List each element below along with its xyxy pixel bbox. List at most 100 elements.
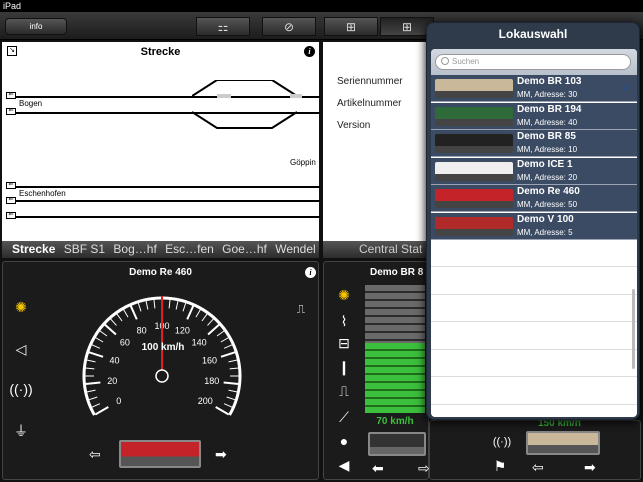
loco-thumbnail [435, 161, 513, 181]
tab-wendel[interactable]: Wendel [275, 242, 315, 256]
gauge-tick-label: 120 [175, 325, 190, 335]
coupling-icon[interactable]: ⎍ [289, 298, 313, 320]
gauge-tick-label: 160 [202, 356, 217, 366]
gauge-icon: ⊘ [283, 19, 295, 34]
loco-thumbnail [435, 134, 513, 153]
info-icon[interactable]: i [304, 46, 315, 57]
loco-address: MM, Adresse: 40 [517, 117, 578, 127]
loco-thumbnail [435, 79, 513, 98]
tab-eschenhofen[interactable]: Esc…fen [165, 242, 214, 256]
keyboard-panel-tab[interactable]: ⊞ [324, 17, 378, 36]
gauge-tick [129, 305, 138, 320]
gauge-tick [228, 389, 238, 393]
horn-icon[interactable]: ◁ [9, 338, 33, 360]
gauge-tick [86, 389, 96, 393]
version-label: Version [337, 120, 371, 131]
search-bar: Suchen [431, 49, 637, 75]
loco-name: Demo V 100 [517, 213, 574, 225]
gauge-tick [207, 318, 214, 326]
tab-bogen[interactable]: Bog…hf [113, 242, 156, 256]
track-layout-icon: ⚏ [217, 19, 229, 34]
shunting-icon[interactable]: ❙ [332, 356, 356, 378]
radio-signal-icon[interactable]: ((·)) [9, 378, 33, 400]
direction-right-arrow-icon[interactable]: ➡ [215, 446, 227, 463]
list-item[interactable]: Demo ICE 1 MM, Adresse: 20 [431, 157, 637, 185]
info-button[interactable]: info [5, 18, 67, 35]
headlight-icon[interactable]: ✺ [9, 296, 33, 318]
gauge-tick-label: 180 [204, 376, 219, 386]
direction-left-arrow-icon[interactable]: ⇦ [532, 459, 544, 476]
track-line [16, 216, 320, 218]
pantograph-icon[interactable]: ⏚ [9, 420, 33, 442]
whistle-icon[interactable]: ● [332, 430, 356, 452]
gauge-tick [104, 323, 117, 336]
gauge-tick [85, 367, 95, 370]
gauge-tick [215, 406, 230, 416]
flag-icon[interactable]: ⚑ [488, 455, 512, 477]
smoke-icon[interactable]: ⌇ [332, 310, 356, 332]
direction-left-arrow-icon[interactable]: ⬅ [372, 460, 384, 477]
gauge-tick-label: 80 [137, 325, 147, 335]
sound-engine-icon[interactable]: ⊟ [332, 332, 356, 354]
loco-name: Demo BR 103 [517, 76, 582, 87]
headlight-icon[interactable]: ✺ [332, 284, 356, 306]
volume-icon[interactable]: ◀ [332, 454, 356, 476]
loco-name: Demo BR 85 [517, 131, 576, 142]
loco-title: Demo Re 460 [129, 267, 192, 278]
gauge-tick [175, 300, 179, 310]
gauge-tick [137, 302, 142, 312]
gauge-tick [88, 396, 98, 401]
coupling-icon[interactable]: ⎍ [332, 380, 356, 402]
list-item[interactable]: Demo V 100 MM, Adresse: 5 [431, 212, 637, 240]
gauge-tick [229, 367, 239, 370]
loco-address: MM, Adresse: 50 [517, 200, 578, 209]
list-item[interactable]: Demo BR 194 MM, Adresse: 40 [431, 102, 637, 130]
buffer-stop-icon: ⇐ [6, 212, 16, 219]
speed-readout: 70 km/h [376, 416, 414, 427]
loco-selection-popover: Lokauswahl Suchen Demo BR 103 MM, Adresse… [426, 22, 640, 420]
radio-signal-icon[interactable]: ((·)) [490, 431, 514, 453]
info-icon[interactable]: i [305, 267, 316, 278]
direction-left-arrow-icon[interactable]: ⇦ [89, 446, 101, 463]
gauge-tab[interactable]: ⊘ [262, 17, 316, 36]
gauge-tick [110, 318, 117, 326]
tab-strecke[interactable]: Strecke [12, 242, 55, 256]
gauge-tick [99, 330, 108, 337]
gauge-tick [220, 337, 229, 343]
scroll-indicator[interactable] [632, 289, 635, 369]
speed-readout: 100 km/h [141, 342, 185, 353]
gauge-tick [123, 309, 129, 318]
direction-right-arrow-icon[interactable]: ➡ [584, 459, 596, 476]
tab-central-station[interactable]: Central Stat [323, 241, 429, 258]
direction-right-arrow-icon[interactable]: ⇨ [418, 460, 430, 477]
tab-goeppingen[interactable]: Goe…hf [222, 242, 267, 256]
loco-name: Demo BR 194 [517, 103, 582, 115]
list-item[interactable]: Demo Re 460 MM, Adresse: 50 [431, 185, 637, 212]
brake-icon[interactable]: ⟋ [332, 406, 356, 428]
loco-name: Demo ICE 1 [517, 158, 573, 170]
track-layout-tab[interactable]: ⚏ [196, 17, 250, 36]
gauge-tick [223, 344, 233, 349]
gauge-tick-label: 40 [109, 356, 119, 366]
buffer-stop-icon: ⇐ [6, 92, 16, 99]
search-input[interactable]: Suchen [435, 54, 631, 70]
list-item[interactable]: Demo BR 103 MM, Adresse: 30 ✓ [431, 75, 637, 102]
empty-row [431, 350, 637, 377]
popover-title: Lokauswahl [498, 27, 568, 41]
gauge-tick [153, 299, 156, 309]
gauge-tick [228, 359, 238, 363]
loco-thumbnail [435, 189, 513, 208]
track-line [16, 200, 320, 202]
gauge-tick [195, 309, 201, 318]
speedometer-gauge[interactable]: 020406080100120140160180200 [79, 288, 245, 418]
track-tabs: Strecke SBF S1 Bog…hf Esc…fen Goe…hf Wen… [2, 241, 319, 258]
serial-number-label: Seriennummer [337, 76, 403, 87]
gauge-hub [155, 369, 169, 383]
search-icon [441, 57, 449, 65]
list-item[interactable]: Demo BR 85 MM, Adresse: 10 [431, 130, 637, 157]
device-label: iPad [3, 1, 22, 11]
loco-image-re460 [119, 440, 201, 468]
tab-sbf-s1[interactable]: SBF S1 [64, 242, 105, 256]
empty-row [431, 405, 637, 417]
loco-control-panel-1: Demo Re 460 i ✺ ◁ ((·)) ⏚ ⎍ 020406080100… [2, 261, 319, 480]
